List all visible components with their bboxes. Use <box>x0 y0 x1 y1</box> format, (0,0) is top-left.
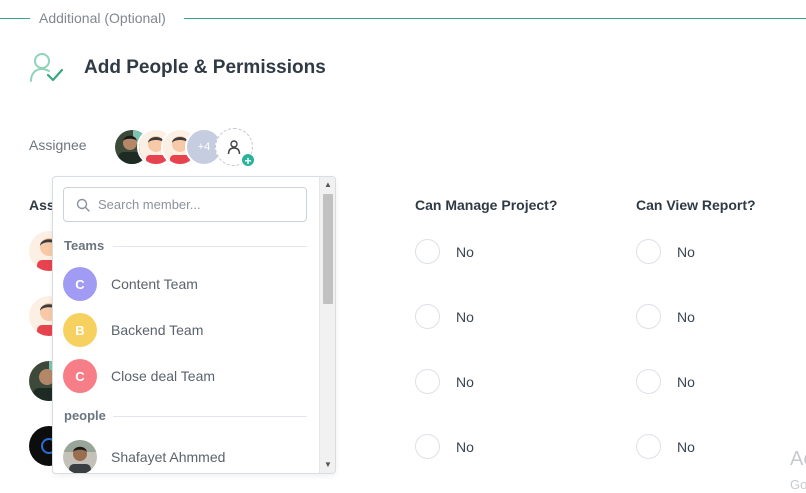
scroll-down-arrow-icon[interactable]: ▼ <box>320 457 335 473</box>
view-report-radio[interactable] <box>636 239 661 264</box>
view-report-radio[interactable] <box>636 304 661 329</box>
section-divider-right <box>184 18 806 19</box>
team-initial-badge: C <box>63 359 97 393</box>
member-picker-dropdown[interactable]: Teams C Content Team B Backend Team C Cl… <box>52 176 336 474</box>
team-name: Content Team <box>111 276 198 292</box>
team-name: Close deal Team <box>111 368 216 384</box>
teams-group-divider <box>113 246 307 247</box>
view-report-label: No <box>677 374 695 390</box>
add-assignee-button[interactable]: + <box>215 128 255 168</box>
manage-project-radio[interactable] <box>415 434 440 459</box>
person-name: Shafayet Ahmmed <box>111 449 226 465</box>
person-avatar <box>63 440 97 473</box>
search-icon <box>76 198 90 212</box>
page-title: Add People & Permissions <box>84 57 326 78</box>
plus-icon: + <box>241 153 255 168</box>
team-name: Backend Team <box>111 322 204 338</box>
scroll-up-arrow-icon[interactable]: ▲ <box>320 177 335 193</box>
team-item-backend[interactable]: B Backend Team <box>63 310 307 350</box>
view-report-radio[interactable] <box>636 369 661 394</box>
manage-project-radio[interactable] <box>415 239 440 264</box>
manage-project-radio[interactable] <box>415 304 440 329</box>
member-search-input[interactable] <box>98 197 288 212</box>
user-icon <box>227 140 241 155</box>
view-report-label: No <box>677 244 695 260</box>
manage-project-label: No <box>456 439 474 455</box>
assignee-label: Assignee <box>29 137 87 153</box>
team-initial-badge: C <box>63 267 97 301</box>
member-search-box[interactable] <box>63 187 307 222</box>
manage-project-label: No <box>456 244 474 260</box>
section-divider-left <box>0 18 30 19</box>
teams-group-label: Teams <box>64 238 105 253</box>
person-item[interactable]: Shafayet Ahmmed <box>63 437 307 473</box>
scroll-thumb[interactable] <box>323 194 333 304</box>
team-item-close-deal[interactable]: C Close deal Team <box>63 356 307 396</box>
dropdown-scrollbar[interactable]: ▲ ▼ <box>319 177 335 473</box>
section-label: Additional (Optional) <box>39 10 166 26</box>
activation-watermark-subtext: Go <box>790 477 806 492</box>
people-group-divider <box>113 416 307 417</box>
manage-project-radio[interactable] <box>415 369 440 394</box>
column-header-manage-project: Can Manage Project? <box>415 197 558 213</box>
manage-project-label: No <box>456 309 474 325</box>
column-header-view-report: Can View Report? <box>636 197 756 213</box>
view-report-label: No <box>677 309 695 325</box>
people-group-label: people <box>64 408 106 423</box>
view-report-radio[interactable] <box>636 434 661 459</box>
view-report-label: No <box>677 439 695 455</box>
team-initial-badge: B <box>63 313 97 347</box>
user-check-icon <box>30 53 64 82</box>
activation-watermark: Ac <box>790 448 806 470</box>
team-item-content[interactable]: C Content Team <box>63 264 307 304</box>
manage-project-label: No <box>456 374 474 390</box>
